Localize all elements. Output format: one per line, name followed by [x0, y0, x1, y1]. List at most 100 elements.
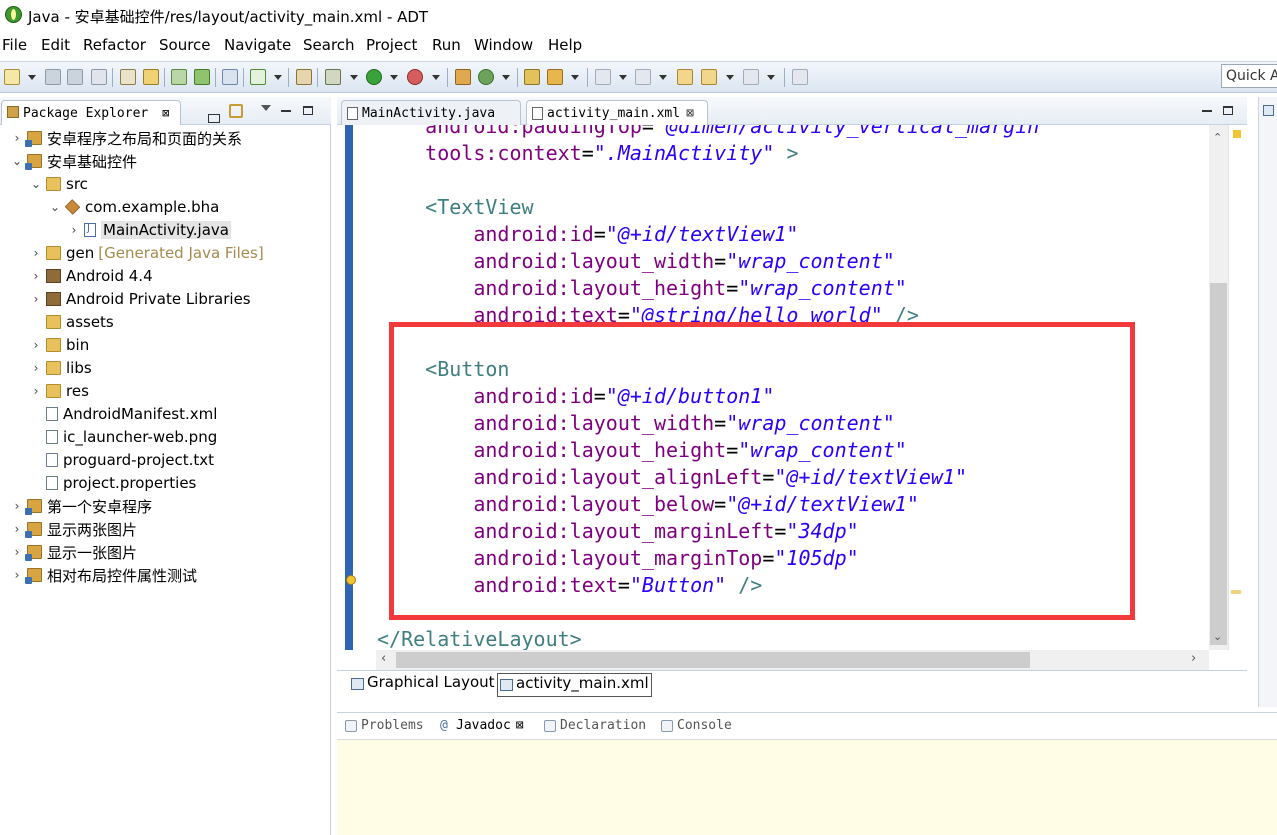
tree-item-project[interactable]: › 安卓程序之布局和页面的关系 [10, 127, 242, 149]
tab-package-explorer[interactable]: Package Explorer ⊠ [1, 100, 181, 125]
android-avd-manager-icon[interactable] [194, 69, 210, 85]
pin-editor-icon[interactable] [792, 69, 808, 85]
scroll-down-icon[interactable]: ⌄ [1213, 630, 1222, 643]
android-sdk-manager-icon[interactable] [171, 69, 187, 85]
lint-icon[interactable] [222, 69, 238, 85]
code-line[interactable]: <TextView [377, 195, 533, 219]
forward-dropdown-icon[interactable] [767, 75, 775, 80]
tree-item-project[interactable]: › 第一个安卓程序 [10, 495, 152, 517]
expand-icon[interactable]: › [10, 131, 24, 145]
forward-arrow-icon[interactable] [743, 69, 759, 85]
menu-project[interactable]: Project [366, 36, 417, 54]
maximize-icon[interactable] [303, 106, 313, 115]
tree-item-project[interactable]: › 相对布局控件属性测试 [10, 564, 197, 586]
tab-activity-main-xml[interactable]: activity_main.xml ⊠ [526, 100, 708, 125]
view-menu-icon[interactable] [261, 105, 271, 111]
expand-icon[interactable]: › [10, 545, 24, 559]
maximize-icon[interactable] [1223, 106, 1233, 115]
tab-activity-main-xml-source[interactable]: activity_main.xml [497, 673, 652, 697]
open-resource-icon[interactable] [143, 69, 159, 85]
tree-item-project[interactable]: › 显示两张图片 [10, 518, 137, 540]
external-tools-dropdown-icon[interactable] [432, 75, 440, 80]
tab-declaration[interactable]: Declaration [542, 718, 646, 733]
last-edit-location-icon[interactable] [677, 69, 693, 85]
tree-item-folder[interactable]: › res [29, 380, 89, 402]
save-all-icon[interactable] [67, 69, 83, 85]
expand-icon[interactable]: › [29, 338, 43, 352]
code-line[interactable]: android:layout_height="wrap_content" [377, 276, 907, 300]
minimize-icon[interactable] [281, 110, 291, 112]
expand-icon[interactable]: › [29, 361, 43, 375]
previous-annotation-icon[interactable] [635, 69, 651, 85]
link-with-editor-icon[interactable] [229, 104, 243, 118]
menu-window[interactable]: Window [474, 36, 533, 54]
scrollbar-thumb[interactable] [1210, 283, 1227, 645]
new-java-class-icon[interactable] [478, 69, 494, 85]
tree-item-folder[interactable]: assets [29, 311, 114, 333]
menu-edit[interactable]: Edit [41, 36, 70, 54]
outline-view-icon[interactable] [1263, 105, 1274, 116]
tree-item-package[interactable]: ⌄ com.example.bha [48, 196, 219, 218]
warning-marker-icon[interactable] [1231, 590, 1241, 594]
run-dropdown-icon[interactable] [390, 75, 398, 80]
quick-access-input[interactable]: Quick Acc [1221, 64, 1277, 88]
tab-javadoc[interactable]: @ Javadoc ⊠ [438, 718, 524, 733]
vertical-scrollbar[interactable]: ⌃ ⌄ [1209, 125, 1228, 650]
scroll-up-icon[interactable]: ⌃ [1213, 131, 1222, 144]
expand-icon[interactable]: › [10, 522, 24, 536]
tree-item-folder[interactable]: › gen [Generated Java Files] [29, 242, 264, 264]
close-icon[interactable]: ⊠ [162, 106, 169, 120]
tree-item-project[interactable]: › 显示一张图片 [10, 541, 137, 563]
expand-icon[interactable]: › [67, 223, 81, 237]
scroll-right-icon[interactable]: › [1191, 651, 1196, 666]
open-type-icon[interactable] [120, 69, 136, 85]
code-line[interactable]: android:layout_width="wrap_content" [377, 249, 894, 273]
tree-item-file[interactable]: AndroidManifest.xml [29, 403, 217, 425]
new-android-project-icon[interactable] [296, 69, 312, 85]
open-folder-icon[interactable] [524, 69, 540, 85]
tree-item-folder[interactable]: › bin [29, 334, 90, 356]
menu-search[interactable]: Search [303, 36, 355, 54]
code-line[interactable]: tools:context=".MainActivity" > [377, 141, 798, 165]
tree-item-file[interactable]: ic_launcher-web.png [29, 426, 217, 448]
pen-dropdown-icon[interactable] [571, 75, 579, 80]
scrollbar-thumb[interactable] [396, 652, 1030, 668]
warning-marker-icon[interactable] [1233, 130, 1241, 138]
next-annotation-icon[interactable] [595, 69, 611, 85]
run-icon[interactable] [366, 69, 382, 85]
close-icon[interactable]: ⊠ [686, 106, 694, 121]
code-line[interactable]: android:paddingTop="@dimen/activity_vert… [377, 125, 1051, 138]
menu-run[interactable]: Run [432, 36, 461, 54]
code-line[interactable]: android:id="@+id/textView1" [377, 222, 798, 246]
print-icon[interactable] [91, 69, 107, 85]
collapse-icon[interactable]: ⌄ [29, 177, 43, 191]
tab-problems[interactable]: Problems [343, 718, 424, 733]
expand-icon[interactable]: › [10, 499, 24, 513]
menu-navigate[interactable]: Navigate [224, 36, 291, 54]
new-icon[interactable] [4, 69, 20, 85]
scroll-left-icon[interactable]: ‹ [381, 651, 386, 666]
menu-help[interactable]: Help [548, 36, 582, 54]
collapse-all-icon[interactable] [208, 114, 220, 123]
minimize-icon[interactable] [1202, 110, 1212, 112]
tree-item-file[interactable]: › MainActivity.java [67, 219, 231, 241]
new-dropdown-icon[interactable] [28, 75, 36, 80]
menu-source[interactable]: Source [159, 36, 211, 54]
debug-icon[interactable] [325, 69, 341, 85]
debug-dropdown-icon[interactable] [350, 75, 358, 80]
tab-graphical-layout[interactable]: Graphical Layout [349, 673, 495, 697]
previous-annotation-dropdown-icon[interactable] [659, 75, 667, 80]
close-icon[interactable]: ⊠ [516, 718, 524, 733]
collapse-icon[interactable]: ⌄ [48, 200, 62, 214]
check-dropdown-icon[interactable] [274, 75, 282, 80]
menu-refactor[interactable]: Refactor [83, 36, 146, 54]
check-icon[interactable] [250, 69, 266, 85]
next-annotation-dropdown-icon[interactable] [619, 75, 627, 80]
back-dropdown-icon[interactable] [726, 75, 734, 80]
tree-item-file[interactable]: proguard-project.txt [29, 449, 214, 471]
expand-icon[interactable]: › [10, 568, 24, 582]
back-arrow-icon[interactable] [701, 69, 717, 85]
expand-icon[interactable]: › [29, 246, 43, 260]
tree-item-library[interactable]: › Android 4.4 [29, 265, 153, 287]
expand-icon[interactable]: › [29, 269, 43, 283]
